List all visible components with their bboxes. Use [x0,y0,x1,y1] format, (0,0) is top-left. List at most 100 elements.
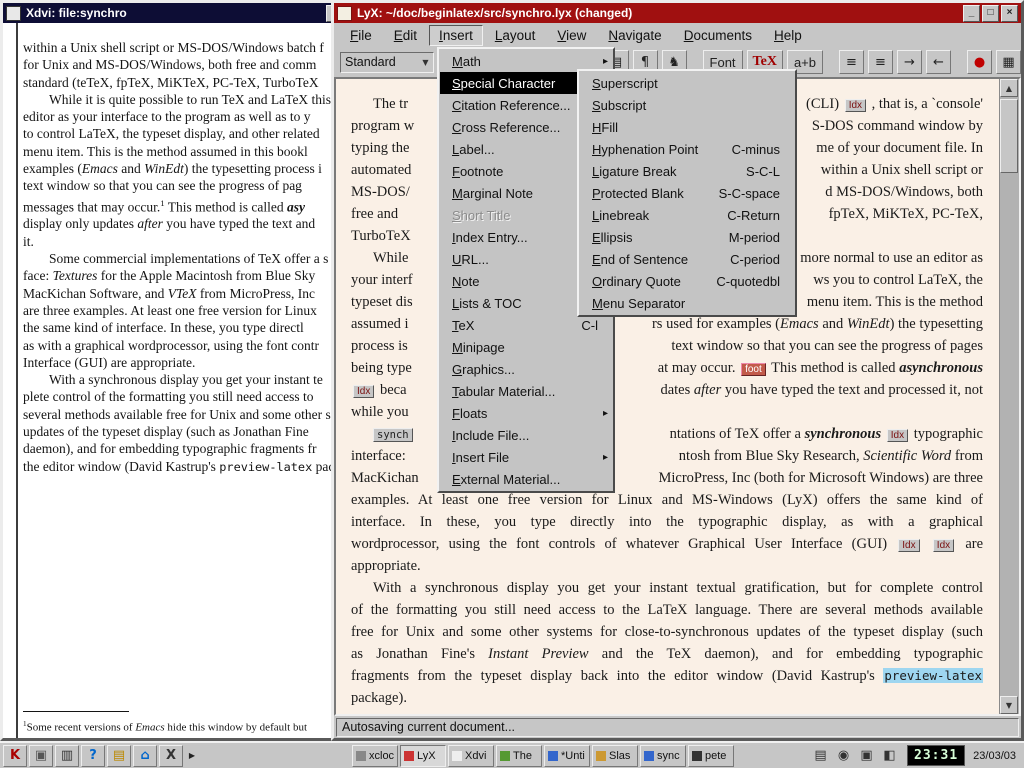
index-inset-badge: Idx [933,539,954,552]
minimize-button[interactable]: _ [963,5,980,22]
paragraph-style-value: Standard [345,55,396,69]
menu-item-hfill[interactable]: HFill [580,116,794,138]
task-button-xdvi[interactable]: Xdvi [448,745,494,767]
vertical-scrollbar[interactable]: ▲ ▼ [999,79,1019,714]
terminal-icon[interactable]: ▥ [55,745,79,767]
menu-item-menu-separator[interactable]: Menu Separator [580,292,794,314]
menu-item-tex[interactable]: TeXC-l [440,314,612,336]
menu-insert[interactable]: Insert [429,25,483,46]
menu-navigate[interactable]: Navigate [598,25,671,46]
menu-item-external-material[interactable]: External Material... [440,468,612,490]
paragraph-style-combo[interactable]: Standard ▼ [340,52,434,73]
menu-item-ellipsis[interactable]: EllipsisM-period [580,226,794,248]
menu-item-subscript[interactable]: Subscript [580,94,794,116]
increase-depth-icon[interactable]: → [897,50,922,74]
menu-item-floats[interactable]: Floats▸ [440,402,612,424]
task-app-icon [692,751,702,761]
menu-item-insert-file[interactable]: Insert File▸ [440,446,612,468]
lyx-titlebar[interactable]: LyX: ~/doc/beginlatex/src/synchro.lyx (c… [334,3,1021,23]
footnote-red-icon[interactable]: ● [967,50,992,74]
menu-item-end-of-sentence[interactable]: End of SentenceC-period [580,248,794,270]
enumerate-icon[interactable]: ≡ [839,50,864,74]
task-button-pete[interactable]: pete [688,745,734,767]
menu-item-protected-blank[interactable]: Protected BlankS-C-space [580,182,794,204]
window-list-icon[interactable]: ▣ [29,745,53,767]
scrollbar-thumb[interactable] [1000,99,1018,173]
menu-item-graphics[interactable]: Graphics... [440,358,612,380]
menu-item-include-file[interactable]: Include File... [440,424,612,446]
menu-item-hyphenation-point[interactable]: Hyphenation PointC-minus [580,138,794,160]
scroll-down-button[interactable]: ▼ [1000,696,1018,714]
menu-shortcut: C-minus [732,142,780,157]
dvi-page[interactable]: within a Unix shell script or MS-DOS/Win… [3,23,346,738]
task-button-slas[interactable]: Slas [592,745,638,767]
task-buttons: xclocLyXXdviThe*UntiSlassyncpete [352,745,734,767]
menu-view[interactable]: View [547,25,596,46]
footnote-rule [23,711,129,712]
page-left-rule [16,23,18,738]
dvi-text-line: updates of the typeset display (such as … [23,423,341,440]
menu-item-tabular-material[interactable]: Tabular Material... [440,380,612,402]
tray-applet-icon[interactable]: ◧ [879,745,900,766]
task-button-the[interactable]: The [496,745,542,767]
clock[interactable]: 23:31 [907,745,965,766]
panel-arrow-icon[interactable]: ▶ [186,745,198,767]
xterm-icon[interactable]: X [159,745,183,767]
display-icon[interactable]: ▣ [856,745,877,766]
table-icon[interactable]: ▦ [996,50,1021,74]
dvi-text-line: MacKichan Software, and VTeX from MicroP… [23,285,341,302]
menu-help[interactable]: Help [764,25,812,46]
help-icon[interactable]: ? [81,745,105,767]
taskbar: K▣▥?▤⌂X ▶ xclocLyXXdviThe*UntiSlassyncpe… [0,741,1024,768]
dvi-text-line: to control LaTeX, the typeset display, a… [23,125,341,142]
task-button-xcloc[interactable]: xcloc [352,745,398,767]
menu-documents[interactable]: Documents [674,25,762,46]
task-button-sync[interactable]: sync [640,745,686,767]
close-button[interactable]: × [1001,5,1018,22]
dvi-text-line: it. [23,233,341,250]
clipboard-icon[interactable]: ▤ [810,745,831,766]
menu-item-ligature-break[interactable]: Ligature BreakS-C-L [580,160,794,182]
decrease-depth-icon[interactable]: ← [926,50,951,74]
date[interactable]: 23/03/03 [973,750,1016,762]
scroll-up-button[interactable]: ▲ [1000,79,1018,97]
xdvi-titlebar[interactable]: Xdvi: file:synchro × [3,3,346,23]
label-inset-badge: synch [373,428,413,442]
menu-item-linebreak[interactable]: LinebreakC-Return [580,204,794,226]
menu-layout[interactable]: Layout [485,25,546,46]
menu-item-ordinary-quote[interactable]: Ordinary QuoteC-quotedbl [580,270,794,292]
doc-line: wordprocessor, using the font controls o… [351,533,983,555]
task-app-icon [500,751,510,761]
footnote-inset-badge: foot [741,363,766,376]
footnote-text: 1Some recent versions of Emacs hide this… [23,717,307,735]
k-menu-button[interactable]: K [3,745,27,767]
menu-shortcut: C-period [730,252,780,267]
task-app-icon [404,751,414,761]
dvi-text-line: menu item. This is the method assumed in… [23,143,341,160]
index-inset-badge: Idx [353,385,374,398]
system-tray: ▤◉▣◧ [810,745,900,766]
doc-line: as Jonathan Fine's Instant Preview and t… [351,643,983,665]
xdvi-window-title: Xdvi: file:synchro [26,6,324,20]
power-icon[interactable]: ◉ [833,745,854,766]
menu-item-minipage[interactable]: Minipage [440,336,612,358]
dvi-text-line: messages that may occur.1 This method is… [23,195,341,216]
task-button-unti[interactable]: *Unti [544,745,590,767]
desktop: { "ui": { "submenu_arrow": "▸", "scroll_… [0,0,1024,768]
toolbox-icon[interactable]: ▤ [107,745,131,767]
menu-file[interactable]: File [340,25,382,46]
task-button-lyx[interactable]: LyX [400,745,446,767]
doc-line: interface. In these, you type directly i… [351,511,983,533]
doc-line: package). [351,687,983,709]
doc-line: fragments from the typeset display back … [351,665,983,687]
itemize-icon[interactable]: ≡ [868,50,893,74]
dvi-text-line: display only updates after you have type… [23,215,341,232]
dvi-text-line: plete control of the formatting you stil… [23,388,341,405]
doc-line: of the formatting you still need access … [351,599,983,621]
dvi-text-line: editor as your interface to the program … [23,108,341,125]
maximize-button[interactable]: □ [982,5,999,22]
home-folder-icon[interactable]: ⌂ [133,745,157,767]
menu-shortcut: C-Return [727,208,780,223]
menu-item-superscript[interactable]: Superscript [580,72,794,94]
menu-edit[interactable]: Edit [384,25,427,46]
